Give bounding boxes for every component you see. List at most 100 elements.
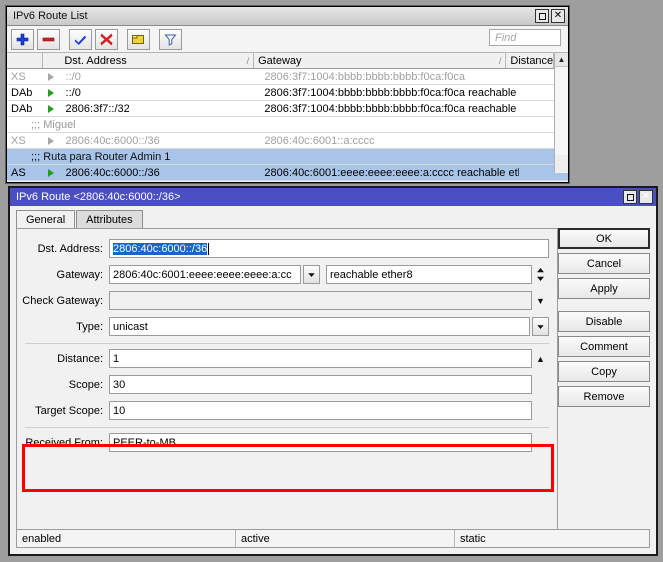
distance-spinner-up-icon[interactable]: ▲ [532, 349, 549, 368]
label-scope: Scope: [17, 379, 109, 391]
scrollbar-thumb[interactable] [555, 67, 568, 155]
row-flags: DAb [7, 101, 44, 116]
type-value: unicast [113, 321, 148, 333]
route-dialog-title: IPv6 Route <2806:40c:6000::/36> [16, 191, 181, 203]
vertical-scrollbar[interactable]: ▲ [554, 53, 568, 173]
label-dst-address: Dst. Address: [17, 243, 109, 255]
ok-button[interactable]: OK [558, 228, 650, 249]
maximize-icon[interactable] [623, 190, 637, 204]
scope-value: 30 [113, 379, 125, 391]
ipv6-route-list-window: IPv6 Route List ✕ Find [6, 6, 569, 183]
route-list-titlebar: IPv6 Route List ✕ [7, 7, 568, 26]
received-from-value: PEER-to-MB [113, 437, 176, 449]
column-header-gateway[interactable]: Gateway / [254, 53, 506, 68]
table-row[interactable]: DAb 2806:3f7::/32 2806:3f7:1004:bbbb:bbb… [7, 101, 568, 117]
enable-button[interactable] [69, 29, 92, 50]
gateway-status-value: reachable ether8 [330, 269, 413, 281]
sort-indicator-dst: / [247, 56, 250, 66]
gateway-updown-spinner[interactable] [532, 265, 549, 284]
sort-indicator-gateway: / [499, 56, 502, 66]
target-scope-input[interactable]: 10 [109, 401, 532, 420]
close-glyph: ✕ [554, 11, 562, 21]
maximize-icon[interactable] [535, 9, 549, 23]
column-header-mark [43, 53, 60, 68]
row-arrow [44, 165, 62, 180]
up-down-arrows-icon [535, 267, 546, 282]
add-button[interactable] [11, 29, 34, 50]
target-scope-value: 10 [113, 405, 125, 417]
comment-button[interactable] [127, 29, 150, 50]
disable-button[interactable] [95, 29, 118, 50]
row-arrow [44, 133, 62, 148]
table-row[interactable]: XS ::/0 2806:3f7:1004:bbbb:bbbb:bbbb:f0c… [7, 69, 568, 85]
apply-button[interactable]: Apply [558, 278, 650, 299]
close-icon[interactable]: ✕ [551, 9, 565, 23]
type-dropdown-button[interactable] [532, 317, 549, 336]
remove-button[interactable] [37, 29, 60, 50]
check-gateway-dropdown-icon[interactable]: ▼ [532, 291, 549, 310]
chevron-down-icon [536, 322, 545, 331]
row-flags: XS [7, 69, 44, 84]
field-row-dst-address: Dst. Address: 2806:40c:6000::/36 [17, 237, 557, 260]
filter-button[interactable] [159, 29, 182, 50]
route-list-toolbar: Find [7, 26, 568, 53]
ipv6-route-dialog: IPv6 Route <2806:40c:6000::/36> ✕ Genera… [8, 186, 658, 556]
row-flags: DAb [7, 85, 44, 100]
check-gateway-input[interactable] [109, 291, 532, 310]
table-row[interactable]: XS 2806:40c:6000::/36 2806:40c:6001::a:c… [7, 133, 568, 149]
field-row-target-scope: Target Scope: 10 [17, 399, 557, 422]
check-icon [74, 33, 87, 46]
row-gateway: 2806:40c:6001:eeee:eeee:eeee:a:cccc reac… [260, 165, 519, 180]
distance-value: 1 [113, 353, 119, 365]
tab-general[interactable]: General [16, 210, 75, 228]
table-row-comment[interactable]: ;;; Miguel [7, 117, 568, 133]
route-arrow-icon [48, 73, 54, 81]
gateway-status-input[interactable]: reachable ether8 [326, 265, 532, 284]
route-dialog-tabs: General Attributes [10, 206, 656, 228]
row-dst-address: 2806:40c:6000::/36 [62, 133, 261, 148]
table-row[interactable]: AS 2806:40c:6000::/36 2806:40c:6001:eeee… [7, 165, 568, 181]
disable-button[interactable]: Disable [558, 311, 650, 332]
label-received-from: Received From: [17, 437, 109, 449]
find-input[interactable]: Find [489, 29, 561, 46]
route-arrow-icon [48, 105, 54, 113]
text-caret [208, 243, 209, 255]
label-distance: Distance: [17, 353, 109, 365]
tab-attributes[interactable]: Attributes [76, 210, 142, 228]
remove-button[interactable]: Remove [558, 386, 650, 407]
column-header-dst-address[interactable]: Dst. Address / [60, 53, 254, 68]
column-label-distance: Distance [510, 55, 553, 67]
gateway-dropdown-button[interactable] [303, 265, 320, 284]
row-arrow [44, 85, 62, 100]
copy-button[interactable]: Copy [558, 361, 650, 382]
column-label-dst-address: Dst. Address [64, 55, 126, 67]
gateway-input[interactable]: 2806:40c:6001:eeee:eeee:eeee:a:cc [109, 265, 301, 284]
dst-address-value: 2806:40c:6000::/36 [113, 243, 207, 255]
close-icon[interactable]: ✕ [639, 190, 653, 204]
distance-input[interactable]: 1 [109, 349, 532, 368]
field-row-received-from: Received From: PEER-to-MB [17, 431, 557, 454]
field-row-scope: Scope: 30 [17, 373, 557, 396]
funnel-icon [164, 33, 177, 46]
field-row-distance: Distance: 1 ▲ [17, 347, 557, 370]
table-row-comment[interactable]: ;;; Ruta para Router Admin 1 [7, 149, 568, 165]
status-enabled: enabled [17, 530, 236, 547]
dst-address-input[interactable]: 2806:40c:6000::/36 [109, 239, 549, 258]
received-from-input[interactable]: PEER-to-MB [109, 433, 532, 452]
scroll-up-icon[interactable]: ▲ [555, 53, 568, 67]
row-gateway: 2806:3f7:1004:bbbb:bbbb:bbbb:f0ca:f0ca [260, 69, 519, 84]
row-dst-address: 2806:40c:6000::/36 [62, 165, 261, 180]
label-check-gateway: Check Gateway: [17, 295, 109, 307]
cancel-button[interactable]: Cancel [558, 253, 650, 274]
row-arrow [44, 101, 62, 116]
row-arrow [44, 69, 62, 84]
type-input[interactable]: unicast [109, 317, 530, 336]
table-row[interactable]: DAb ::/0 2806:3f7:1004:bbbb:bbbb:bbbb:f0… [7, 85, 568, 101]
scope-input[interactable]: 30 [109, 375, 532, 394]
comment-button[interactable]: Comment [558, 336, 650, 357]
column-label-gateway: Gateway [258, 55, 301, 67]
column-header-distance[interactable]: Distance [506, 53, 553, 68]
column-header-flags[interactable] [7, 53, 43, 68]
label-gateway: Gateway: [17, 269, 109, 281]
field-row-type: Type: unicast [17, 315, 557, 338]
